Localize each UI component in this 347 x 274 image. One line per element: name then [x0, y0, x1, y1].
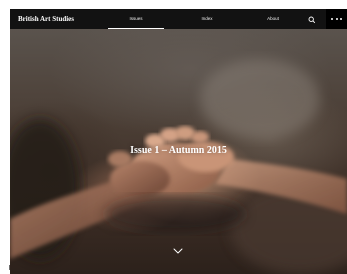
- more-dots-icon-dot: [340, 18, 342, 20]
- top-navigation-bar: British Art Studies Issues Index About: [10, 9, 347, 29]
- nav-link-index[interactable]: Index: [192, 9, 222, 29]
- scroll-down-button[interactable]: [171, 243, 185, 254]
- search-button[interactable]: [306, 13, 318, 25]
- issue-title: Issue 1 – Autumn 2015: [130, 145, 227, 156]
- chevron-down-icon: [173, 248, 183, 254]
- page: British Art Studies Issues Index About I…: [0, 0, 347, 274]
- search-icon: [308, 16, 316, 24]
- more-dots-icon-dot: [335, 18, 338, 20]
- hero-image: Issue 1 – Autumn 2015: [10, 29, 347, 274]
- menu-button[interactable]: [326, 9, 347, 29]
- scroll-indicator: [9, 265, 10, 270]
- nav-link-issues[interactable]: Issues: [108, 9, 164, 29]
- site-title[interactable]: British Art Studies: [18, 13, 74, 25]
- more-dots-icon: [331, 18, 333, 20]
- nav-link-about[interactable]: About: [258, 9, 288, 29]
